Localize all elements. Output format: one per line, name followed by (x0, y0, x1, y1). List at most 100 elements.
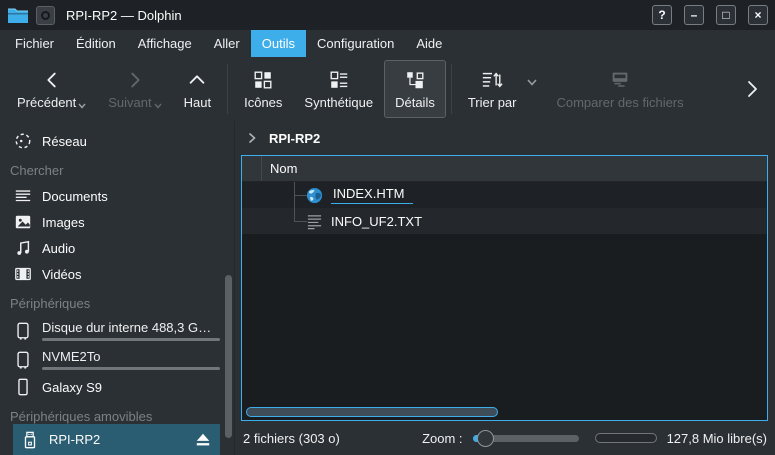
sidebar-scrollbar[interactable] (225, 275, 232, 438)
toolbar-overflow-button[interactable] (735, 79, 769, 99)
toolbar-separator (451, 64, 452, 114)
chevron-right-icon (743, 79, 761, 99)
app-menu-button[interactable] (36, 6, 55, 25)
sidebar-item-label: Documents (42, 189, 108, 204)
eject-icon[interactable] (194, 432, 212, 448)
sidebar-item-nvme[interactable]: NVME2To (0, 345, 234, 374)
menu-outils[interactable]: Outils (251, 30, 306, 57)
menu-affichage[interactable]: Affichage (127, 30, 203, 57)
sidebar-item-label: NVME2To (42, 349, 220, 365)
tree-branch-line (294, 221, 307, 222)
chevron-down-icon (154, 103, 162, 109)
app-folder-icon (7, 6, 29, 24)
window-title: RPI-RP2 — Dolphin (66, 8, 640, 23)
chevron-up-icon (186, 69, 208, 91)
menu-aide[interactable]: Aide (405, 30, 453, 57)
main-view: RPI-RP2 Nom (234, 121, 775, 455)
menu-aller[interactable]: Aller (203, 30, 251, 57)
back-label: Précédent (17, 95, 76, 110)
chevron-right-icon (124, 69, 146, 91)
details-view-button[interactable]: Détails (384, 60, 446, 118)
sidebar-item-label: Réseau (42, 134, 87, 149)
images-icon (14, 213, 32, 231)
section-peripheriques: Périphériques (0, 292, 234, 316)
compact-view-button[interactable]: Synthétique (293, 60, 384, 118)
breadcrumb-chevron-icon[interactable] (247, 132, 257, 144)
file-count-summary: 2 fichiers (303 o) (243, 431, 412, 446)
places-panel: Réseau Chercher Documents Images (0, 121, 234, 455)
sidebar-item-label: Audio (42, 241, 75, 256)
folder-view[interactable]: Nom INDEX.HTM (241, 155, 768, 421)
section-chercher: Chercher (0, 159, 234, 183)
sidebar-item-rpi-rp2[interactable]: RPI-RP2 (13, 424, 220, 455)
zoom-label: Zoom : (422, 431, 462, 446)
usb-drive-icon (21, 430, 39, 450)
minimize-button[interactable]: – (684, 5, 704, 25)
sidebar-item-images[interactable]: Images (0, 209, 234, 235)
maximize-button[interactable]: □ (716, 5, 736, 25)
sidebar-item-label: Disque dur interne 488,3 G… (42, 320, 220, 336)
sort-icon (480, 69, 504, 91)
sidebar-item-videos[interactable]: Vidéos (0, 261, 234, 287)
sidebar-item-network[interactable]: Réseau (0, 128, 234, 154)
close-button[interactable]: × (748, 5, 768, 25)
file-row-info-uf2-txt[interactable]: INFO_UF2.TXT (242, 208, 767, 234)
sidebar-item-label: Galaxy S9 (42, 380, 102, 395)
network-icon (14, 132, 32, 150)
smartphone-icon (14, 377, 32, 397)
chevron-down-icon (78, 103, 86, 109)
zoom-slider[interactable] (473, 430, 579, 447)
zoom-slider-handle[interactable] (477, 430, 494, 447)
breadcrumb: RPI-RP2 (235, 121, 775, 155)
sidebar-item-galaxy-s9[interactable]: Galaxy S9 (0, 374, 234, 400)
file-rows: INDEX.HTM INFO_UF2.TXT (242, 182, 767, 420)
breadcrumb-location[interactable]: RPI-RP2 (269, 131, 320, 146)
tree-branch-line (294, 182, 295, 221)
sidebar-item-documents[interactable]: Documents (0, 183, 234, 209)
compare-files-label: Comparer des fichiers (556, 95, 683, 110)
expander-column-stub (242, 156, 262, 181)
up-label: Haut (184, 95, 211, 110)
column-header-row: Nom (242, 156, 767, 182)
menu-fichier[interactable]: Fichier (4, 30, 65, 57)
chevron-left-icon (41, 69, 63, 91)
menu-edition[interactable]: Édition (65, 30, 127, 57)
documents-icon (14, 187, 32, 205)
column-header-name[interactable]: Nom (262, 161, 297, 176)
compact-view-label: Synthétique (304, 95, 373, 110)
file-row-index-htm[interactable]: INDEX.HTM (242, 182, 767, 208)
compact-view-icon (328, 69, 350, 91)
menu-configuration[interactable]: Configuration (306, 30, 405, 57)
icons-view-button[interactable]: Icônes (233, 60, 293, 118)
sort-by-label: Trier par (468, 95, 517, 110)
text-file-icon (306, 213, 323, 230)
disk-usage-bar (42, 338, 220, 341)
disk-usage-bar (42, 367, 220, 370)
sidebar-item-internal-disk[interactable]: Disque dur interne 488,3 G… (0, 316, 234, 345)
menubar: Fichier Édition Affichage Aller Outils C… (0, 30, 775, 57)
sidebar-item-label: RPI-RP2 (49, 432, 100, 447)
compare-files-button: Comparer des fichiers (545, 60, 694, 118)
forward-label: Suivant (108, 95, 151, 110)
videos-icon (14, 265, 32, 283)
hard-drive-icon (14, 350, 32, 370)
app-body: Réseau Chercher Documents Images (0, 121, 775, 455)
up-button[interactable]: Haut (173, 60, 222, 118)
compare-files-icon (608, 69, 632, 91)
globe-html-icon (306, 187, 323, 204)
sort-by-button[interactable]: Trier par (457, 60, 528, 118)
back-button[interactable]: Précédent (6, 60, 97, 118)
horizontal-scrollbar[interactable] (246, 407, 498, 417)
details-view-label: Détails (395, 95, 435, 110)
file-name[interactable]: INFO_UF2.TXT (331, 214, 422, 229)
statusbar: 2 fichiers (303 o) Zoom : 127,8 Mio libr… (235, 421, 775, 455)
help-button[interactable]: ? (652, 5, 672, 25)
app-menu-icon (41, 11, 50, 20)
sidebar-item-audio[interactable]: Audio (0, 235, 234, 261)
icons-view-icon (252, 69, 274, 91)
hard-drive-icon (14, 321, 32, 341)
chevron-down-icon[interactable] (527, 79, 537, 86)
titlebar: RPI-RP2 — Dolphin ? – □ × (0, 0, 775, 30)
zoom-control: Zoom : (422, 430, 578, 447)
file-name[interactable]: INDEX.HTM (331, 186, 413, 204)
